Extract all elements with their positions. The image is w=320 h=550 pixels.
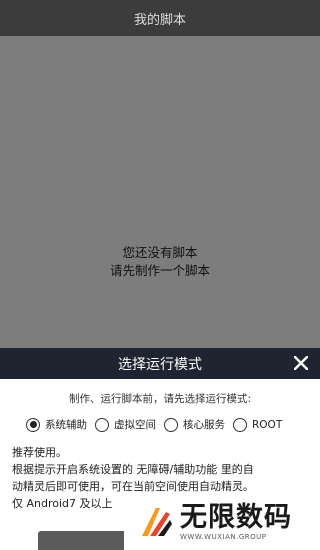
option-virtual-space[interactable]: 虚拟空间 (95, 417, 156, 432)
mode-prompt: 制作、运行脚本前，请先选择运行模式: (68, 393, 252, 405)
title-bar: 我的脚本 (0, 0, 320, 36)
description-line: 动精灵后即可使用，可在当前空间使用自动精灵。 (12, 480, 254, 493)
description-line: 根据提示开启系统设置的 无障碍/辅助功能 里的自 (12, 463, 254, 476)
watermark: 无限数码 WWW.WUXIAN.GROUP (124, 494, 320, 550)
option-system-assist[interactable]: 系统辅助 (26, 417, 87, 432)
empty-state-line1: 您还没有脚本 (122, 245, 198, 260)
watermark-url: WWW.WUXIAN.GROUP (180, 533, 267, 541)
option-label: 系统辅助 (45, 419, 87, 431)
description-line: 推荐使用。 (12, 446, 67, 459)
close-icon (294, 356, 308, 370)
mode-options: 系统辅助 虚拟空间 核心服务 ROOT (26, 417, 290, 432)
option-label: ROOT (252, 418, 283, 431)
option-root[interactable]: ROOT (233, 417, 283, 432)
empty-state-line2: 请先制作一个脚本 (109, 263, 210, 278)
option-core-service[interactable]: 核心服务 (164, 417, 225, 432)
page-title: 我的脚本 (133, 12, 186, 28)
watermark-brand: 无限数码 (180, 502, 292, 533)
script-list-area: 您还没有脚本 请先制作一个脚本 (0, 36, 320, 348)
radio-system-assist[interactable] (26, 417, 40, 432)
dialog-header: 选择运行模式 (0, 348, 320, 379)
close-button[interactable] (290, 352, 312, 374)
brand-logo-icon (142, 508, 172, 536)
option-label: 核心服务 (183, 419, 225, 431)
radio-virtual-space[interactable] (95, 417, 109, 432)
option-label: 虚拟空间 (114, 419, 156, 431)
dialog-title: 选择运行模式 (118, 356, 202, 373)
empty-state: 您还没有脚本 请先制作一个脚本 (0, 244, 320, 280)
radio-root[interactable] (233, 417, 247, 432)
radio-core-service[interactable] (164, 417, 178, 432)
